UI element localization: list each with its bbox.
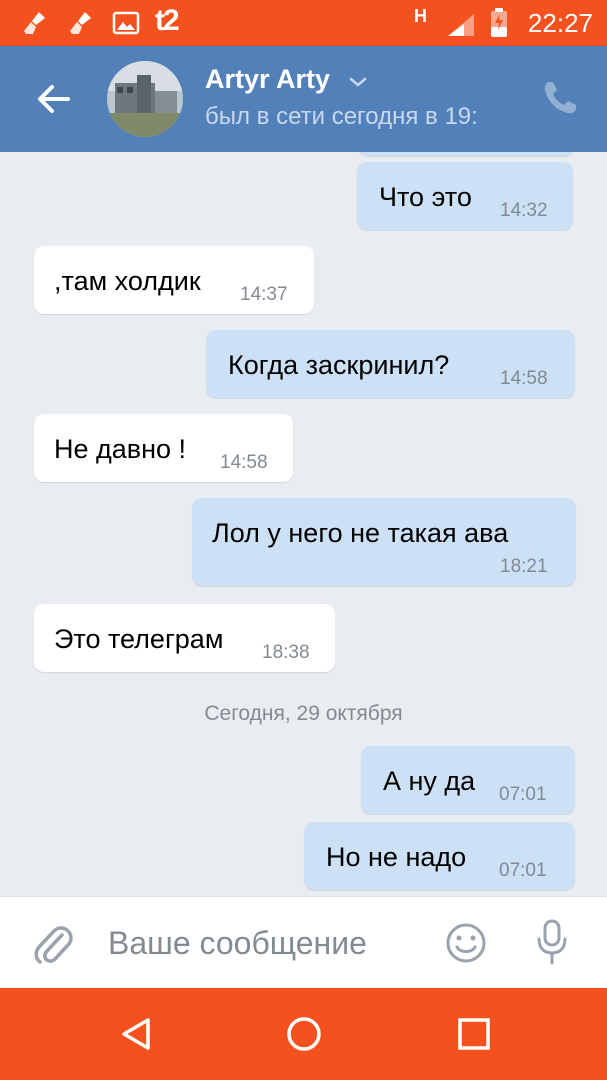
message-text: Это телеграм <box>54 624 224 654</box>
message-text: Но не надо <box>326 842 467 872</box>
message-bubble[interactable]: Лол у него не такая ава 18:21 <box>192 498 576 586</box>
image-icon <box>112 11 140 35</box>
message-text: Когда заскринил? <box>228 350 450 380</box>
emoji-icon[interactable] <box>444 921 488 965</box>
message-text: Не давно ! <box>54 434 187 464</box>
chat-header: Artyr Arty был в сети сегодня в 19: <box>0 46 607 152</box>
message-composer <box>0 896 607 988</box>
message-bubble[interactable]: Но не надо 07:01 <box>304 822 575 890</box>
status-bar: t2 H 22:27 <box>0 0 607 46</box>
message-text: Лол у него не такая ава <box>212 518 509 548</box>
message-text: ,там холдик <box>54 266 201 296</box>
status-clock: 22:27 <box>527 8 593 38</box>
message-time: 14:37 <box>240 284 288 305</box>
contact-status: был в сети сегодня в 19: <box>205 103 478 130</box>
recents-square-icon[interactable] <box>454 1014 494 1054</box>
message-time: 07:01 <box>499 784 547 805</box>
message-text: А ну да <box>383 766 476 796</box>
signal-icon <box>448 14 474 36</box>
message-time: 14:32 <box>500 200 548 221</box>
message-time: 07:01 <box>499 860 547 881</box>
message-bubble[interactable]: Не давно ! 14:58 <box>34 414 293 482</box>
back-arrow-icon[interactable] <box>30 76 78 122</box>
cleaner-icon <box>24 12 45 34</box>
message-time: 14:58 <box>220 452 268 473</box>
message-bubble[interactable]: Это телеграм 18:38 <box>34 604 335 672</box>
system-nav-bar <box>0 988 607 1080</box>
contact-name[interactable]: Artyr Arty <box>205 64 330 95</box>
phone-icon[interactable] <box>540 78 580 118</box>
message-time: 18:38 <box>262 642 310 663</box>
microphone-icon[interactable] <box>532 917 572 967</box>
message-bubble[interactable]: А ну да 07:01 <box>361 746 575 814</box>
message-bubble-partial <box>358 152 574 156</box>
back-triangle-icon[interactable] <box>116 1014 156 1054</box>
carrier-label: t2 <box>155 4 180 37</box>
attach-icon[interactable] <box>34 923 74 967</box>
message-list[interactable]: Что это 14:32 ,там холдик 14:37 Когда за… <box>0 152 607 896</box>
cleaner-icon <box>70 12 91 34</box>
message-bubble[interactable]: ,там холдик 14:37 <box>34 246 314 314</box>
message-text: Что это <box>379 182 472 212</box>
chevron-down-icon[interactable] <box>348 76 368 88</box>
avatar[interactable] <box>107 61 183 137</box>
network-type: H <box>414 6 427 26</box>
message-time: 18:21 <box>500 556 548 577</box>
message-input[interactable] <box>108 921 408 965</box>
battery-charging-icon <box>491 8 507 37</box>
message-bubble[interactable]: Что это 14:32 <box>357 162 573 230</box>
home-circle-icon[interactable] <box>284 1014 324 1054</box>
message-bubble[interactable]: Когда заскринил? 14:58 <box>206 330 575 398</box>
date-separator: Сегодня, 29 октября <box>204 702 403 725</box>
message-time: 14:58 <box>500 368 548 389</box>
